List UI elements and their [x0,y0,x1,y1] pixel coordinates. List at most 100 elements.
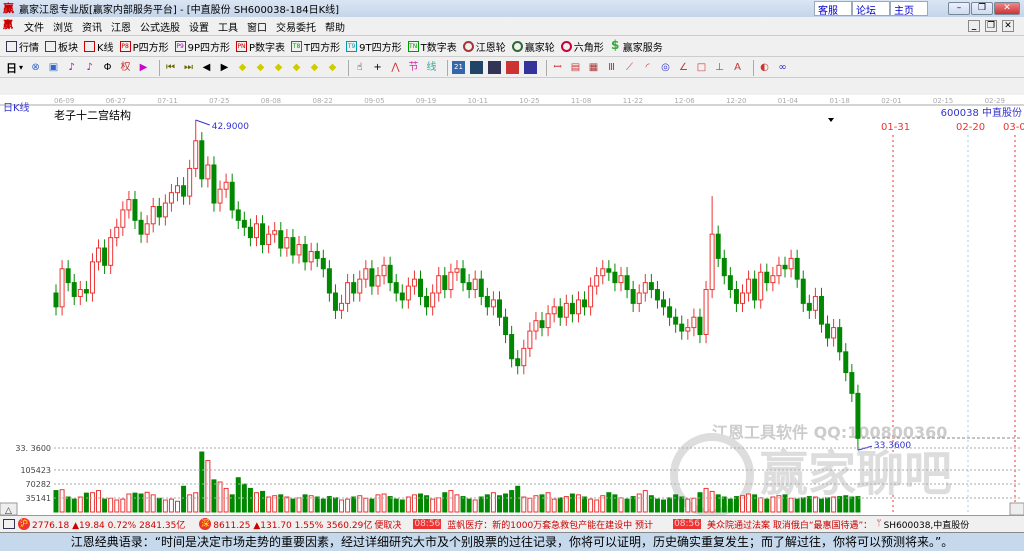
volume-bar [673,494,679,513]
hand-icon[interactable]: ☝ [353,61,366,74]
toolbar-t8[interactable]: T8 T四方形 [291,39,340,54]
link-home[interactable]: 主页 [890,1,928,17]
shenzhen-index[interactable]: 8611.25 ▲131.70 1.55% 3560.29亿 [213,518,372,531]
toolbar-t9[interactable]: T9 9T四方形 [346,39,402,54]
next-icon[interactable]: ▶ [218,61,231,74]
chart-type-icon[interactable]: ⊗ [29,61,42,74]
menu-info[interactable]: 资讯 [82,19,102,34]
menu-gann[interactable]: 江恩 [111,19,131,34]
menu-file[interactable]: 文件 [24,19,44,34]
last-icon[interactable]: ⏭ [182,61,195,74]
toolbar-dollar[interactable]: $ 赢家服务 [610,39,663,54]
date-tick: 07-11 [157,97,177,105]
antenna-icon: ᛘ [876,519,882,529]
menu-formula[interactable]: 公式选股 [140,19,180,34]
candle-body [788,257,794,270]
current-stock[interactable]: SH600038,中直股份 [884,518,970,531]
stripes-icon[interactable]: ▤ [569,61,582,74]
first-icon[interactable]: ⏮ [164,61,177,74]
zoom-in-icon[interactable]: ◆ [236,61,249,74]
save-icon[interactable] [506,61,520,74]
candle-style-icon[interactable]: Φ [101,61,114,74]
toolbar-grid[interactable]: 行情 [6,39,39,54]
chevron-down-icon[interactable]: ▾ [19,63,23,72]
kline-chart[interactable]: 06-09 06-27 07-11 07-25 08-08 08-22 09-05 09-19… [0,95,1024,515]
menu-browse[interactable]: 浏览 [53,19,73,34]
toolbar-tn[interactable]: TN T数字表 [407,39,457,54]
news-item-2[interactable]: 美众院通过法案 取消俄白“最惠国待遇”： [707,518,872,531]
toolbar-wheel[interactable]: 江恩轮 [462,39,506,54]
candle-body [545,313,551,329]
time-icon[interactable]: ⊥ [713,61,726,74]
toolbar-pn[interactable]: PN P数字表 [236,39,285,54]
menu-tools[interactable]: 工具 [218,19,238,34]
menu-trade[interactable]: 交易委托 [276,19,316,34]
info-icon[interactable]: ▣ [47,61,60,74]
move-down-icon[interactable]: ◆ [326,61,339,74]
candle-body [794,257,800,280]
volume-bar [448,490,454,513]
draw-line-icon[interactable]: ⋀ [389,61,402,74]
network-icon[interactable] [524,61,538,74]
close-button[interactable]: ✕ [994,2,1020,15]
candle-body [551,306,557,315]
section-icon[interactable]: 节 [407,61,420,74]
candle-body [673,316,679,325]
mdi-close-button[interactable]: ✕ [1002,20,1014,32]
mdi-minimize-button[interactable]: _ [968,20,980,32]
expand-icon[interactable]: ◆ [272,61,285,74]
toolbar-hexagon[interactable]: 六角形 [560,39,604,54]
link-forum[interactable]: 论坛 [852,1,890,17]
low-label: 33.3600 [874,441,911,451]
period-select[interactable]: 日 [6,60,17,76]
menu-window[interactable]: 窗口 [247,19,267,34]
restore-button[interactable]: ❐ [971,2,993,15]
report-icon[interactable] [488,61,502,74]
text-icon[interactable]: A [731,61,744,74]
toolbar-wheel2[interactable]: 赢家轮 [511,39,555,54]
calendar-icon[interactable]: 21 [452,61,466,74]
cycle-lines-icon[interactable]: Ⅲ [605,61,618,74]
infinity-icon[interactable]: ∞ [776,61,789,74]
period-label: 日K线 [3,101,30,114]
split-icon[interactable]: ꟷ [551,61,564,74]
menu-help[interactable]: 帮助 [325,19,345,34]
indicator2-icon[interactable]: ♪ [83,61,96,74]
hexagon-icon [560,41,572,52]
zoom-out-icon[interactable]: ◆ [254,61,267,74]
move-up-icon[interactable]: ◆ [308,61,321,74]
crosshair-icon[interactable]: + [371,61,384,74]
calculator-icon[interactable] [470,61,484,74]
link-service[interactable]: 客服 [814,1,852,17]
fan-icon[interactable]: ⟋ [623,61,636,74]
volume-bar [557,497,563,513]
news-item[interactable]: 蓝帆医疗：新的1000万套急救包产能在建设中 预计 [447,518,653,531]
volume-bar [588,498,594,513]
minimize-button[interactable]: – [948,2,970,15]
menu-settings[interactable]: 设置 [189,19,209,34]
prev-icon[interactable]: ◀ [200,61,213,74]
grid-icon[interactable] [3,519,15,529]
flag-icon[interactable]: ▶ [137,61,150,74]
toolbar-label: K线 [97,43,114,54]
grid2-icon[interactable]: ▦ [587,61,600,74]
mdi-restore-button[interactable]: ❐ [985,20,997,32]
candle-body [326,268,332,294]
angle-icon[interactable]: ∠ [677,61,690,74]
toolbar-p8[interactable]: P8 P四方形 [119,39,169,54]
box-icon[interactable]: □ [695,61,708,74]
shanghai-index[interactable]: 2776.18 ▲19.84 0.72% 2841.35亿 [32,518,185,531]
toolbar-blocks[interactable]: 板块 [45,39,78,54]
toolbar-candles[interactable]: K线 [84,39,114,54]
candle-body [339,302,345,311]
weight-icon[interactable]: 权 [119,61,132,74]
spiral-icon[interactable]: ◎ [659,61,672,74]
volume-bar [326,496,332,513]
volume-bar [794,498,800,513]
toolbar-p9[interactable]: P9 9P四方形 [174,39,230,54]
cycle-icon[interactable]: 线 [425,61,438,74]
arc-icon[interactable]: ◜ [641,61,654,74]
indicator-icon[interactable]: ♪ [65,61,78,74]
shrink-icon[interactable]: ◆ [290,61,303,74]
pie-icon[interactable]: ◐ [758,61,771,74]
